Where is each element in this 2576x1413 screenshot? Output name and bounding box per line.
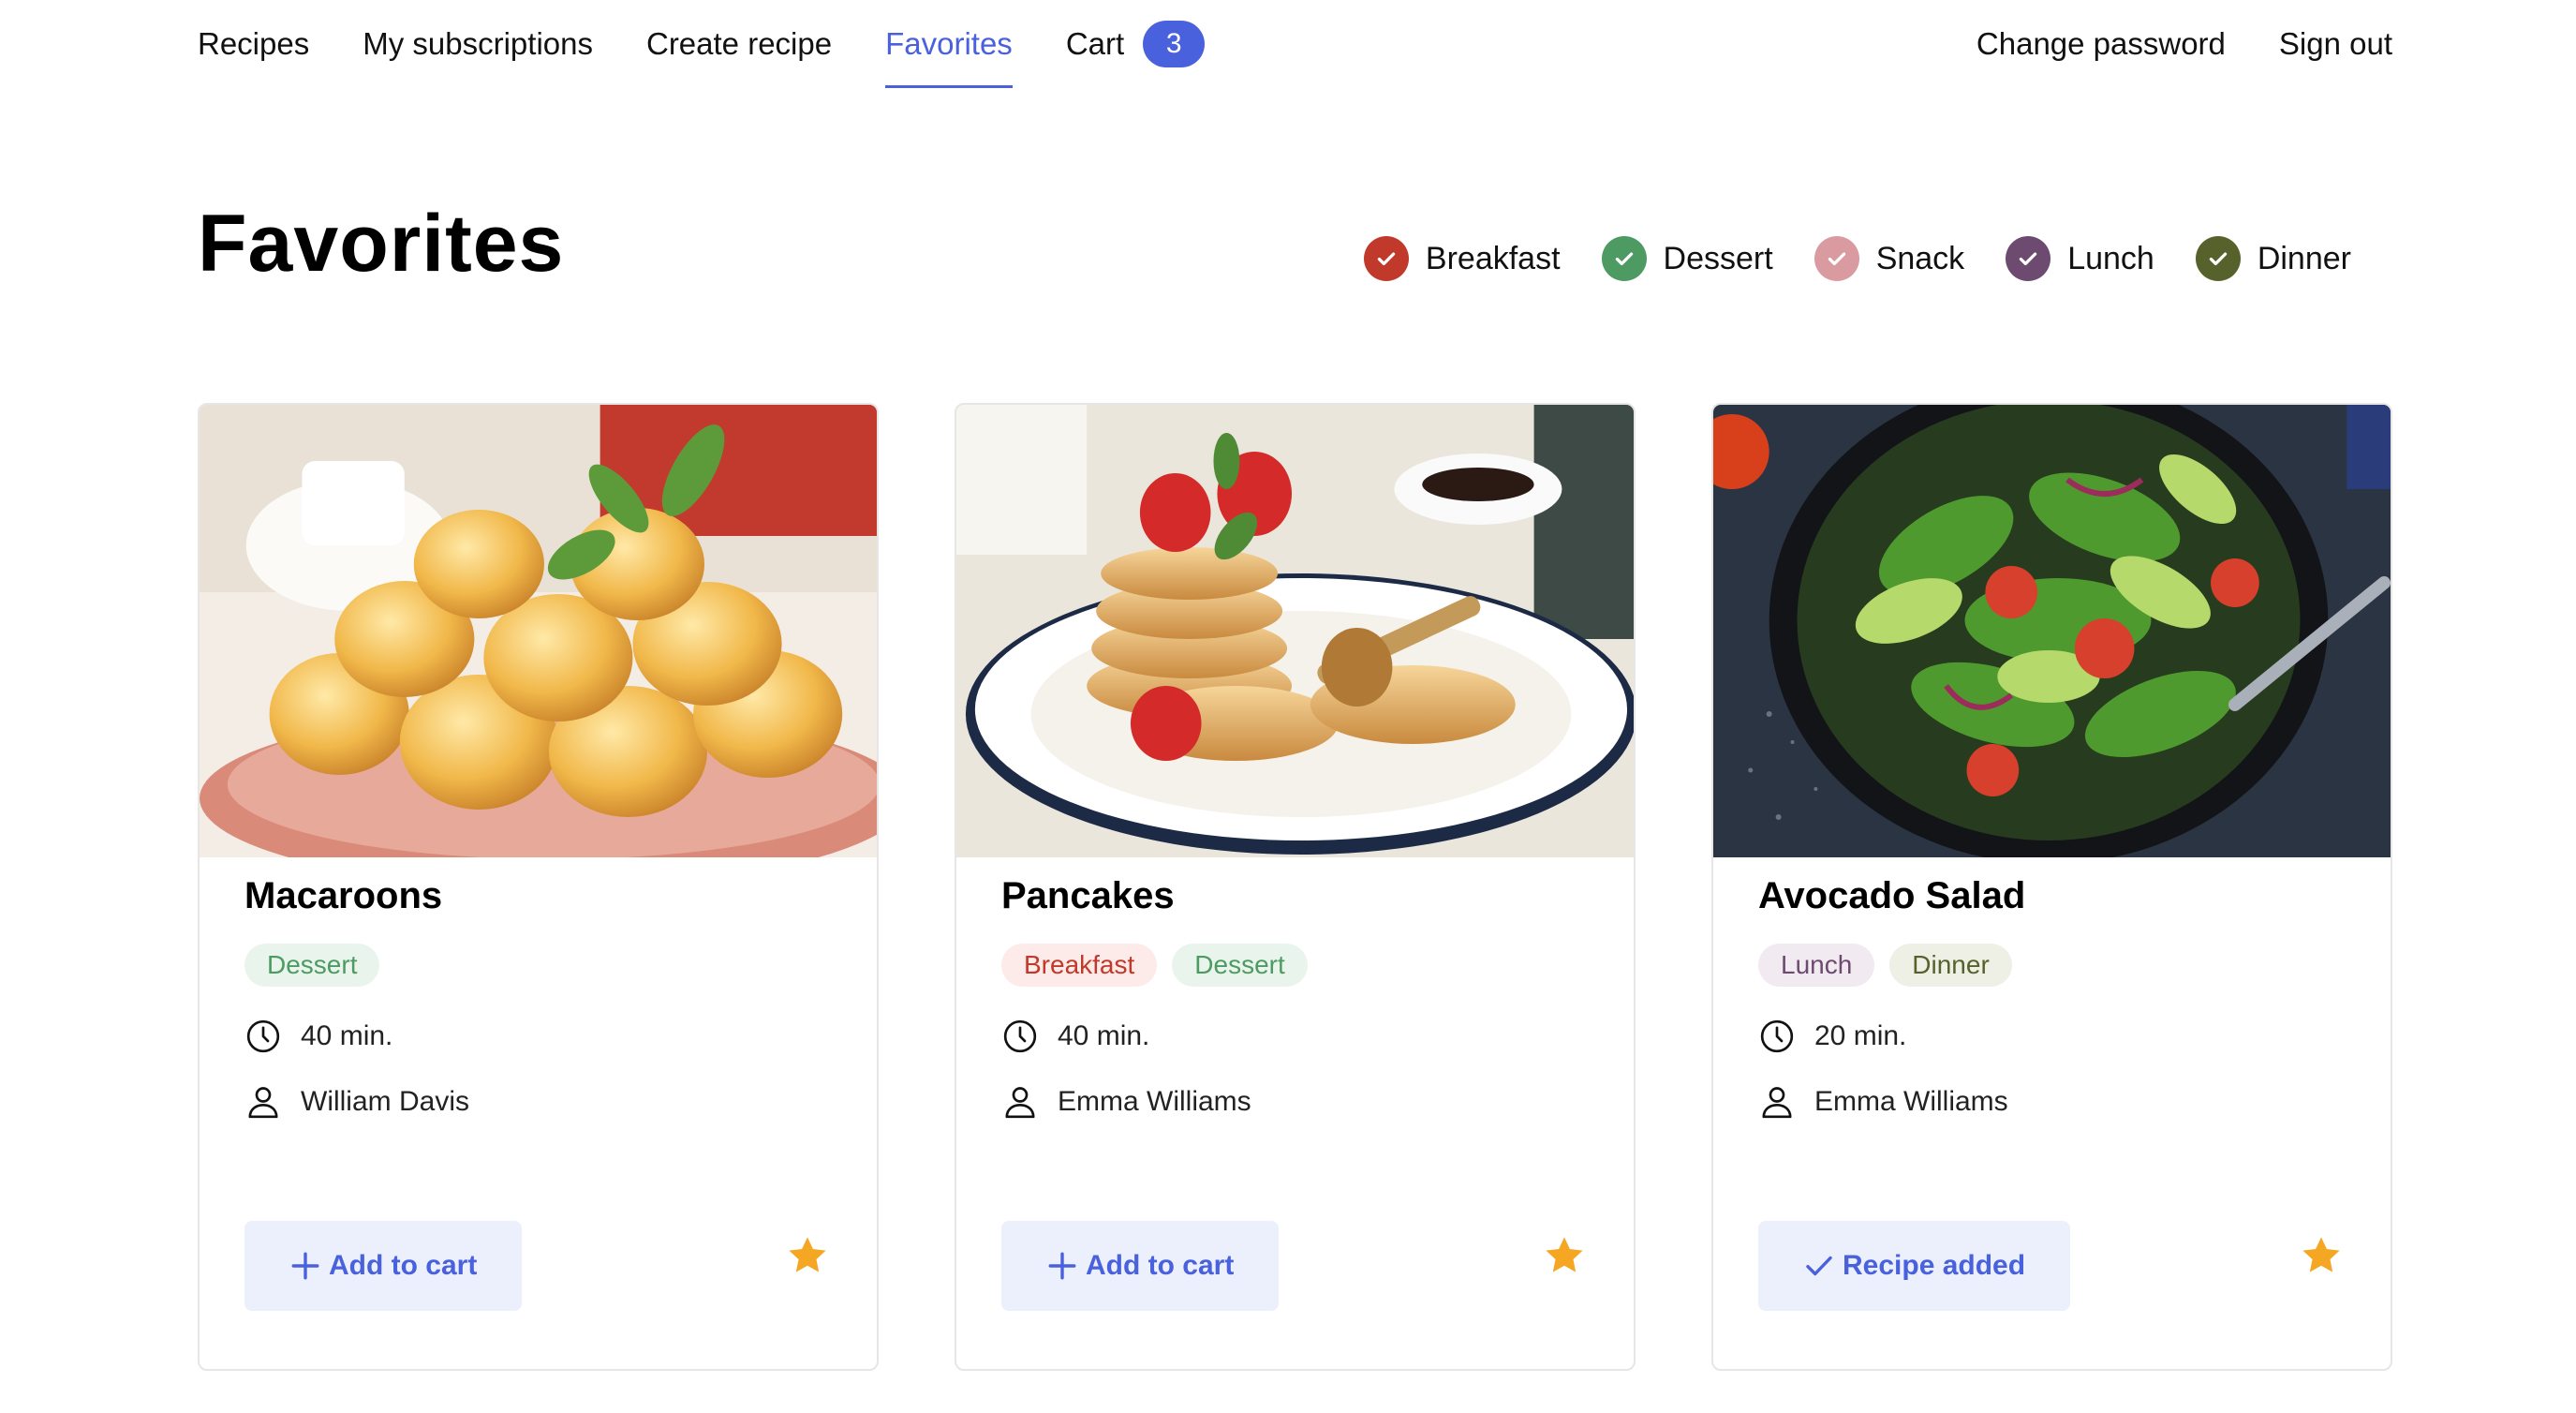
recipe-image-avocado-salad[interactable] — [1713, 405, 2391, 857]
cooking-time-value: 40 min. — [1058, 1020, 1150, 1051]
add-to-cart-button[interactable]: Add to cart — [244, 1221, 523, 1311]
cooking-time: 20 min. — [1758, 1018, 1906, 1055]
tag-dessert: Dessert — [1172, 944, 1308, 987]
nav-cart-label: Cart — [1065, 26, 1125, 61]
recipe-image-pancakes[interactable] — [956, 405, 1634, 857]
recipe-author: Emma Williams — [1758, 1083, 2008, 1121]
nav-create-recipe[interactable]: Create recipe — [646, 21, 832, 67]
add-to-cart-button[interactable]: Add to cart — [1001, 1221, 1280, 1311]
tag-breakfast: Breakfast — [1001, 944, 1158, 987]
recipe-author: William Davis — [244, 1083, 469, 1121]
nav-cart[interactable]: Cart 3 — [1065, 21, 1206, 67]
nav-recipes[interactable]: Recipes — [198, 21, 309, 67]
recipe-added-button[interactable]: Recipe added — [1758, 1221, 2071, 1311]
check-icon[interactable] — [1363, 236, 1409, 281]
change-password-link[interactable]: Change password — [1976, 21, 2226, 67]
cooking-time-value: 20 min. — [1814, 1020, 1907, 1051]
cooking-time: 40 min. — [244, 1018, 392, 1055]
star-icon[interactable] — [2299, 1233, 2344, 1278]
tag-lunch: Lunch — [1758, 944, 1875, 987]
check-icon[interactable] — [2195, 236, 2241, 281]
cart-button-label: Add to cart — [329, 1250, 478, 1281]
filter-dinner[interactable]: Dinner — [2195, 236, 2351, 281]
user-icon — [248, 1087, 278, 1119]
plus-icon — [1048, 1252, 1076, 1280]
cart-button-label: Add to cart — [1086, 1250, 1235, 1281]
clock-icon — [1003, 1019, 1037, 1053]
tag-dessert: Dessert — [244, 944, 380, 987]
recipe-grid: Macaroons Dessert 40 min. William Davis … — [198, 403, 2392, 1371]
account-nav: Change password Sign out — [1923, 21, 2392, 67]
filter-label: Breakfast — [1425, 240, 1561, 276]
author-name[interactable]: Emma Williams — [1058, 1086, 1251, 1118]
top-navigation: Recipes My subscriptions Create recipe F… — [0, 0, 2576, 94]
nav-my-subscriptions[interactable]: My subscriptions — [363, 21, 593, 67]
cooking-time: 40 min. — [1001, 1018, 1149, 1055]
recipe-card: Avocado Salad Lunch Dinner 20 min. Emma … — [1711, 403, 2392, 1371]
filter-snack[interactable]: Snack — [1814, 236, 1965, 281]
page-title: Favorites — [198, 199, 565, 289]
filter-breakfast[interactable]: Breakfast — [1363, 236, 1561, 281]
recipe-card: Macaroons Dessert 40 min. William Davis … — [198, 403, 879, 1371]
recipe-tags: Breakfast Dessert — [1001, 944, 1323, 987]
plus-icon — [291, 1252, 319, 1280]
author-name[interactable]: William Davis — [301, 1086, 469, 1118]
clock-icon — [1760, 1019, 1794, 1053]
nav-favorites[interactable]: Favorites — [885, 21, 1013, 88]
recipe-image-macaroons[interactable] — [200, 405, 877, 857]
clock-icon — [246, 1019, 280, 1053]
star-icon[interactable] — [1542, 1233, 1587, 1278]
filter-dessert[interactable]: Dessert — [1601, 236, 1773, 281]
cart-count-badge: 3 — [1143, 21, 1206, 67]
check-icon[interactable] — [1601, 236, 1647, 281]
recipe-title[interactable]: Macaroons — [244, 875, 442, 917]
filter-label: Snack — [1875, 240, 1965, 276]
recipe-title[interactable]: Pancakes — [1001, 875, 1175, 917]
recipe-tags: Lunch Dinner — [1758, 944, 2027, 987]
recipe-tags: Dessert — [244, 944, 394, 987]
star-icon[interactable] — [785, 1233, 830, 1278]
user-icon — [1005, 1087, 1035, 1119]
cart-button-label: Recipe added — [1843, 1250, 2026, 1281]
recipe-card: Pancakes Breakfast Dessert 40 min. Emma … — [955, 403, 1636, 1371]
filter-label: Lunch — [2067, 240, 2154, 276]
user-icon — [1762, 1087, 1792, 1119]
check-icon — [1806, 1256, 1832, 1276]
tag-filters: Breakfast Dessert Snack Lunch Dinner — [1363, 236, 2351, 281]
recipe-title[interactable]: Avocado Salad — [1758, 875, 2025, 917]
check-icon[interactable] — [2006, 236, 2051, 281]
filter-lunch[interactable]: Lunch — [2006, 236, 2154, 281]
cooking-time-value: 40 min. — [301, 1020, 393, 1051]
author-name[interactable]: Emma Williams — [1814, 1086, 2008, 1118]
filter-label: Dinner — [2257, 240, 2351, 276]
filter-label: Dessert — [1663, 240, 1773, 276]
sign-out-link[interactable]: Sign out — [2279, 21, 2392, 67]
check-icon[interactable] — [1814, 236, 1859, 281]
main-nav: Recipes My subscriptions Create recipe F… — [198, 21, 1258, 88]
tag-dinner: Dinner — [1889, 944, 2012, 987]
recipe-author: Emma Williams — [1001, 1083, 1251, 1121]
